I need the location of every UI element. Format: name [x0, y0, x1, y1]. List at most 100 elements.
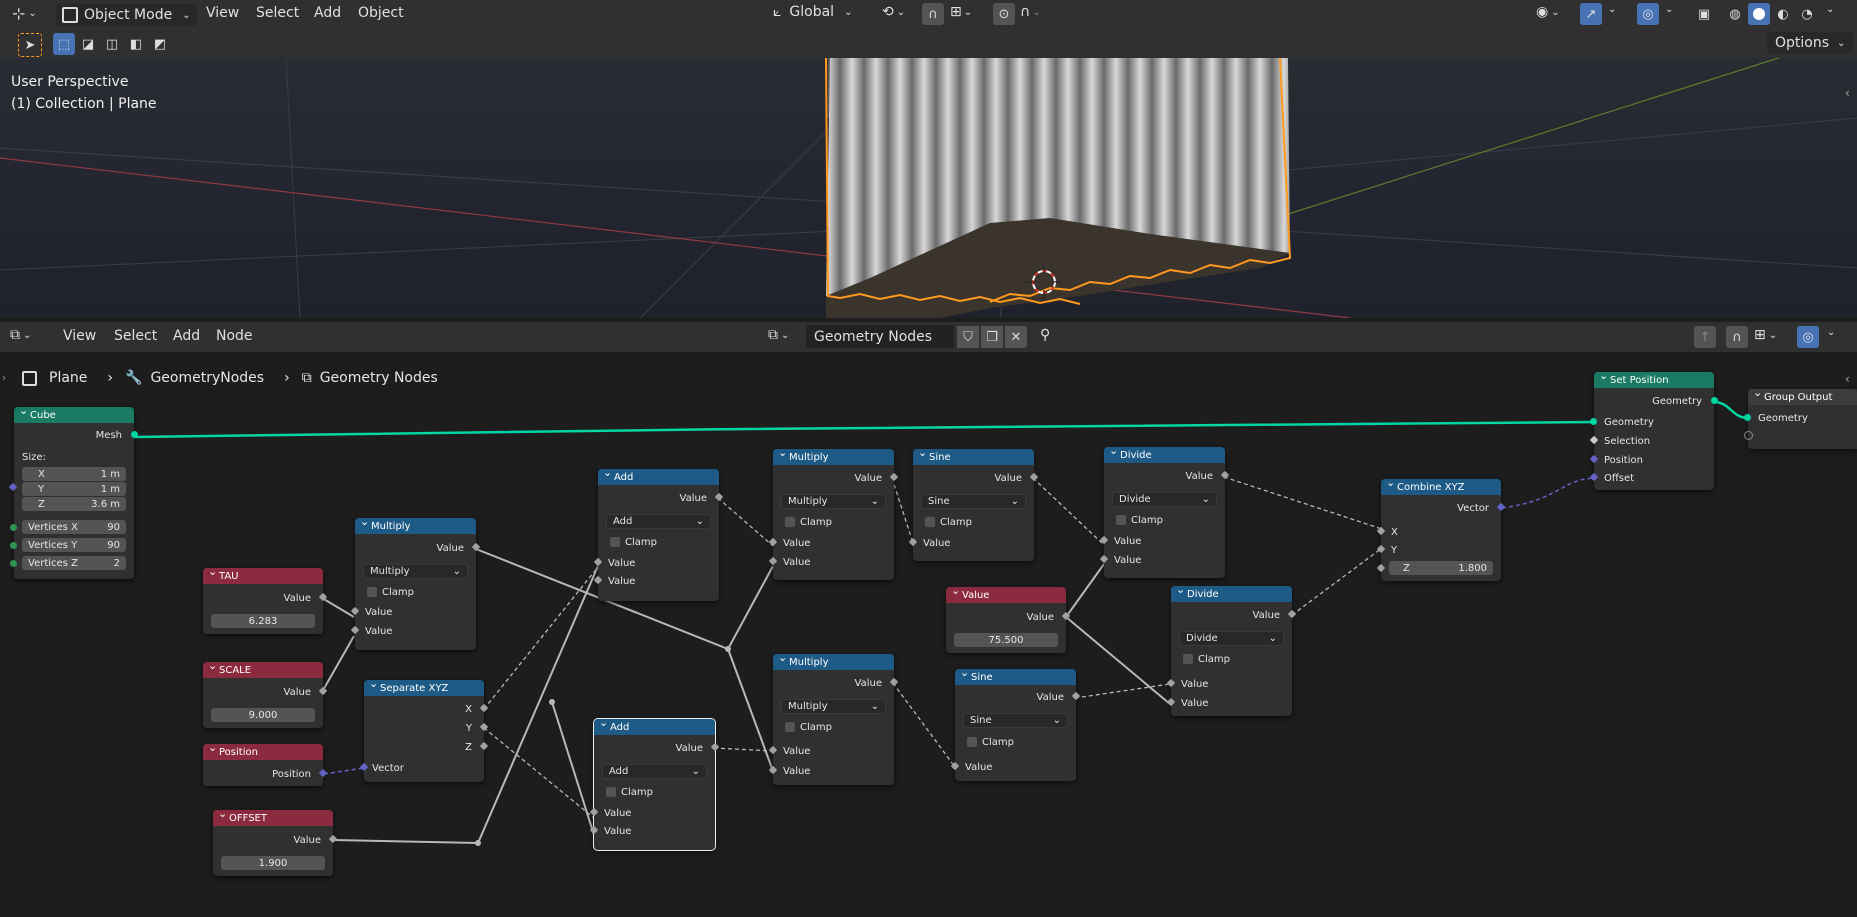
add-1-clamp-checkbox[interactable]	[610, 537, 620, 547]
node-menu-node[interactable]: Node	[216, 328, 253, 344]
node-add-1-header[interactable]: Add	[598, 466, 719, 485]
multiply-3-input-1-socket[interactable]	[768, 745, 778, 755]
proportional-edit-toggle[interactable]: ⊙	[993, 3, 1015, 25]
editor-type-button[interactable]: ⊹ ⌄	[12, 4, 37, 23]
breadcrumb-object[interactable]: Plane	[49, 370, 87, 386]
breadcrumb-node-tree[interactable]: Geometry Nodes	[320, 370, 438, 386]
multiply-1-clamp[interactable]: Clamp	[355, 584, 476, 600]
rendered-shading-button[interactable]: ◔	[1796, 3, 1818, 25]
wireframe-shading-button[interactable]: ◍	[1724, 3, 1746, 25]
gizmo-toggle[interactable]: ↗	[1580, 3, 1602, 25]
sine-1-clamp[interactable]: Clamp	[913, 514, 1034, 530]
node-multiply-1-header[interactable]: Multiply	[355, 515, 476, 534]
node-menu-view[interactable]: View	[63, 328, 96, 344]
node-position-header[interactable]: Position	[203, 741, 323, 760]
divide-1-output-socket[interactable]	[1220, 470, 1230, 480]
material-shading-button[interactable]: ◐	[1772, 3, 1794, 25]
shading-dropdown[interactable]: ⌄	[1826, 4, 1834, 15]
node-overlays-toggle[interactable]: ◎	[1797, 326, 1819, 348]
multiply-2-input-2-socket[interactable]	[768, 556, 778, 566]
overlays-dropdown[interactable]: ⌄	[1665, 4, 1673, 15]
combine-z-field[interactable]: Z 1.800	[1389, 561, 1493, 575]
add-2-operation-dropdown[interactable]: Add ⌄	[602, 764, 707, 779]
cube-size-socket[interactable]	[8, 482, 18, 492]
node-divide-1[interactable]: Divide Value Divide⌄ Clamp Value Value	[1099, 444, 1230, 578]
select-subtract-button[interactable]: ◫	[101, 33, 123, 55]
set-position-selection-socket[interactable]	[1589, 435, 1599, 445]
3d-viewport[interactable]: User Perspective (1) Collection | Plane …	[0, 58, 1857, 318]
node-menu-select[interactable]: Select	[114, 328, 157, 344]
divide-2-clamp[interactable]: Clamp	[1171, 651, 1292, 667]
node-tau-header[interactable]: TAU	[203, 565, 323, 584]
node-sine-1-header[interactable]: Sine	[913, 446, 1034, 465]
node-separate-xyz-header[interactable]: Separate XYZ	[364, 677, 484, 696]
select-invert-button[interactable]: ◧	[125, 33, 147, 55]
group-output-geometry-socket[interactable]	[1744, 414, 1751, 421]
multiply-3-input-2-socket[interactable]	[768, 765, 778, 775]
xray-toggle[interactable]: ▣	[1693, 3, 1715, 25]
add-2-output-socket[interactable]	[710, 742, 720, 752]
separate-z-socket[interactable]	[479, 741, 489, 751]
node-separate-xyz[interactable]: Separate XYZ X Y Z Vector	[359, 677, 489, 782]
multiply-1-input-2-socket[interactable]	[350, 625, 360, 635]
fake-user-button[interactable]: ⛉	[957, 326, 979, 348]
reroute-point[interactable]	[549, 699, 555, 705]
node-menu-add[interactable]: Add	[173, 328, 200, 344]
transform-orientation-dropdown[interactable]: ⟀ Global ⌄	[773, 4, 852, 20]
node-sidebar-toggle-icon[interactable]: ‹	[1845, 372, 1850, 386]
visibility-dropdown[interactable]: ◉ ⌄	[1536, 4, 1560, 20]
multiply-3-output-socket[interactable]	[889, 677, 899, 687]
node-position[interactable]: Position Position	[203, 741, 328, 786]
sine-2-output-socket[interactable]	[1071, 691, 1081, 701]
set-position-output-socket[interactable]	[1711, 397, 1718, 404]
node-offset[interactable]: OFFSET Value 1.900	[213, 807, 338, 876]
node-sine-2-header[interactable]: Sine	[955, 666, 1076, 685]
node-divide-2[interactable]: Divide Value Divide⌄ Clamp Value Value	[1166, 583, 1297, 716]
options-dropdown[interactable]: Options ⌄	[1767, 32, 1854, 54]
separate-vector-socket[interactable]	[359, 762, 369, 772]
sine-2-clamp[interactable]: Clamp	[955, 734, 1076, 750]
node-sine-2[interactable]: Sine Value Sine⌄ Clamp Value	[950, 666, 1081, 781]
multiply-2-input-1-socket[interactable]	[768, 537, 778, 547]
divide-1-operation-dropdown[interactable]: Divide ⌄	[1112, 492, 1217, 507]
cube-vertices-x-field[interactable]: Vertices X 90	[22, 520, 126, 534]
node-tree-name-field[interactable]: Geometry Nodes	[806, 325, 954, 348]
value-field[interactable]: 75.500	[954, 633, 1058, 647]
node-tau[interactable]: TAU Value 6.283	[203, 565, 328, 634]
divide-2-input-2-socket[interactable]	[1166, 697, 1176, 707]
node-combine-xyz[interactable]: Combine XYZ Vector X Y Z 1.800	[1376, 476, 1506, 581]
multiply-3-operation-dropdown[interactable]: Multiply ⌄	[781, 699, 886, 714]
cube-size-y-field[interactable]: Y 1 m	[22, 482, 126, 496]
node-add-2[interactable]: Add Value Add⌄ Clamp Value Value	[589, 716, 720, 851]
scale-output-socket[interactable]	[318, 686, 328, 696]
node-multiply-2[interactable]: Multiply Value Multiply⌄ Clamp Value Val…	[768, 446, 899, 580]
divide-1-input-2-socket[interactable]	[1099, 554, 1109, 564]
node-set-position[interactable]: Set Position Geometry Geometry Selection…	[1589, 369, 1718, 490]
node-cube-header[interactable]: Cube	[14, 404, 134, 423]
multiply-3-clamp-checkbox[interactable]	[785, 722, 795, 732]
multiply-2-clamp[interactable]: Clamp	[773, 514, 894, 530]
node-set-position-header[interactable]: Set Position	[1594, 369, 1714, 388]
node-divide-1-header[interactable]: Divide	[1104, 444, 1225, 463]
set-position-geometry-socket[interactable]	[1590, 418, 1597, 425]
group-output-empty-socket[interactable]	[1744, 431, 1753, 440]
node-value[interactable]: Value Value 75.500	[946, 584, 1071, 653]
cube-size-x-field[interactable]: X 1 m	[22, 467, 126, 481]
pin-button[interactable]: ⚲	[1040, 327, 1050, 343]
select-extend-button[interactable]: ◪	[77, 33, 99, 55]
tau-output-socket[interactable]	[318, 592, 328, 602]
cube-vertices-y-socket[interactable]	[10, 542, 17, 549]
multiply-1-clamp-checkbox[interactable]	[367, 587, 377, 597]
sidebar-toggle-icon[interactable]: ‹	[1845, 86, 1850, 100]
snap-toggle[interactable]: ∩	[922, 3, 944, 25]
sine-2-input-socket[interactable]	[950, 761, 960, 771]
divide-1-input-1-socket[interactable]	[1099, 535, 1109, 545]
divide-1-clamp[interactable]: Clamp	[1104, 512, 1225, 528]
cube-vertices-x-socket[interactable]	[10, 524, 17, 531]
add-1-input-2-socket[interactable]	[593, 575, 603, 585]
add-1-clamp[interactable]: Clamp	[598, 534, 719, 550]
sine-2-clamp-checkbox[interactable]	[967, 737, 977, 747]
node-sine-1[interactable]: Sine Value Sine⌄ Clamp Value	[908, 446, 1039, 561]
cube-vertices-y-field[interactable]: Vertices Y 90	[22, 538, 126, 552]
node-multiply-2-header[interactable]: Multiply	[773, 446, 894, 465]
